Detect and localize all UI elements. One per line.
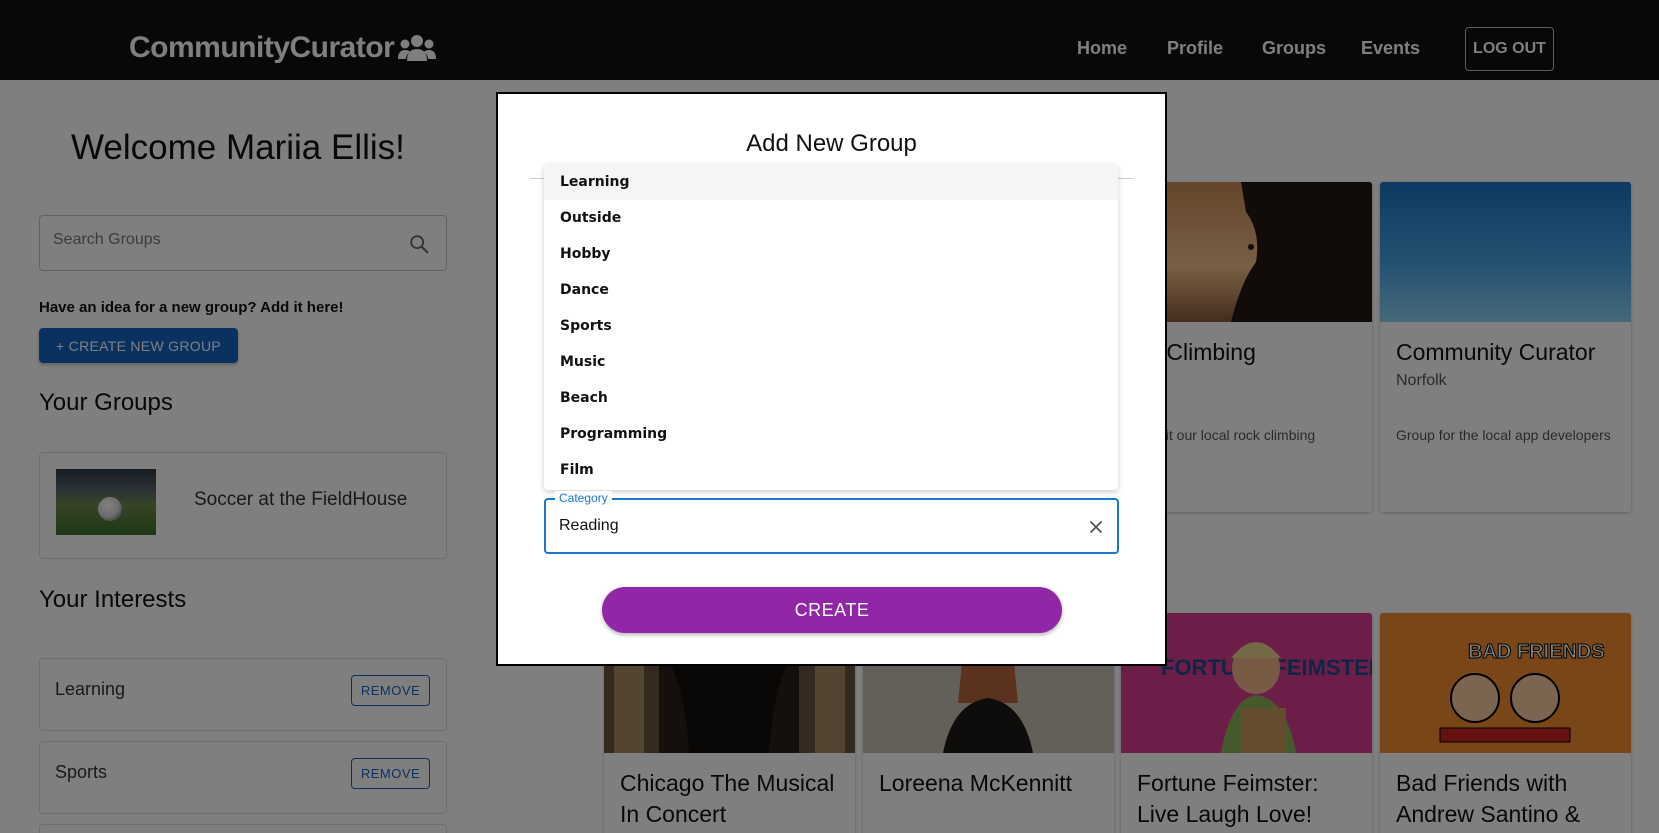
category-autocomplete[interactable]: Category [544,491,1119,554]
dropdown-option-learning[interactable]: Learning [544,164,1118,200]
clear-icon[interactable] [1087,518,1105,536]
modal-title: Add New Group [746,130,917,157]
dropdown-option-music[interactable]: Music [544,344,1118,380]
add-group-modal: Add New Group Learning Outside Hobby Dan… [496,92,1167,666]
create-button[interactable]: CREATE [602,587,1062,633]
dropdown-option-programming[interactable]: Programming [544,416,1118,452]
dropdown-option-hobby[interactable]: Hobby [544,236,1118,272]
dropdown-option-dance[interactable]: Dance [544,272,1118,308]
dropdown-option-beach[interactable]: Beach [544,380,1118,416]
category-label: Category [555,491,612,505]
dropdown-option-sports[interactable]: Sports [544,308,1118,344]
category-dropdown-list: Learning Outside Hobby Dance Sports Musi… [544,164,1118,490]
dropdown-option-outside[interactable]: Outside [544,200,1118,236]
category-input[interactable] [559,517,1039,535]
dropdown-option-film[interactable]: Film [544,452,1118,488]
